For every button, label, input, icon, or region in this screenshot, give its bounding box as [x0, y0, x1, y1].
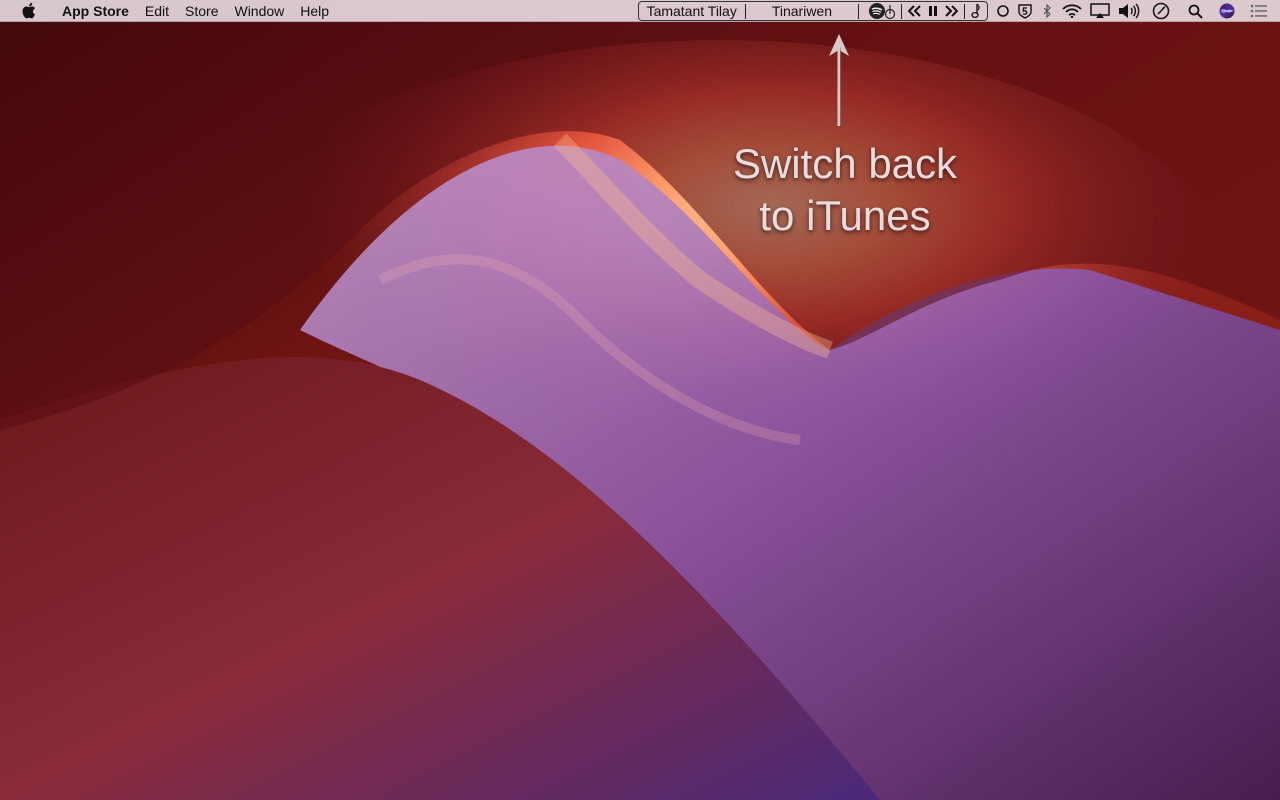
- search-icon[interactable]: [1178, 1, 1212, 21]
- apple-menu-icon[interactable]: [18, 2, 38, 19]
- menu-window[interactable]: Window: [226, 0, 292, 22]
- siri-icon[interactable]: [1212, 1, 1242, 21]
- menu-help[interactable]: Help: [292, 0, 337, 22]
- app-name-menu[interactable]: App Store: [54, 0, 137, 22]
- divider: [964, 3, 965, 19]
- now-playing-track: Tamatant Tilay: [646, 3, 737, 19]
- menu-bar: App Store Edit Store Window Help Tamatan…: [0, 0, 1280, 22]
- airplay-icon[interactable]: [1086, 1, 1114, 21]
- divider: [901, 3, 902, 19]
- circle-icon[interactable]: [992, 1, 1014, 21]
- annotation-caption: Switch back to iTunes: [700, 138, 990, 242]
- menu-edit[interactable]: Edit: [137, 0, 177, 22]
- menu-bar-left: App Store Edit Store Window Help: [0, 0, 337, 22]
- menu-store[interactable]: Store: [177, 0, 226, 22]
- spotify-icon[interactable]: [867, 1, 897, 21]
- divider: [744, 3, 746, 19]
- volume-icon[interactable]: [1114, 1, 1144, 21]
- annotation-arrow: [829, 34, 849, 128]
- now-playing-artist: Tinariwen: [771, 3, 832, 19]
- divider: [858, 3, 859, 19]
- now-playing-widget[interactable]: Tamatant Tilay Tinariwen: [637, 1, 988, 21]
- playback-controls: [906, 1, 960, 21]
- clock-icon[interactable]: [1144, 1, 1178, 21]
- bluetooth-icon[interactable]: [1036, 1, 1058, 21]
- desktop-wallpaper: [0, 0, 1280, 800]
- annotation-line-2: to iTunes: [759, 192, 931, 239]
- annotation-line-1: Switch back: [732, 140, 958, 187]
- desktop: App Store Edit Store Window Help Tamatan…: [0, 0, 1280, 800]
- next-track-icon[interactable]: [942, 1, 960, 21]
- wifi-icon[interactable]: [1058, 1, 1086, 21]
- notification-center-icon[interactable]: [1242, 1, 1276, 21]
- previous-track-icon[interactable]: [906, 1, 924, 21]
- menu-bar-right: Tamatant Tilay Tinariwen: [637, 0, 1280, 22]
- shield-5-icon[interactable]: [1014, 1, 1036, 21]
- pause-icon[interactable]: [924, 1, 942, 21]
- music-note-icon[interactable]: [969, 1, 983, 21]
